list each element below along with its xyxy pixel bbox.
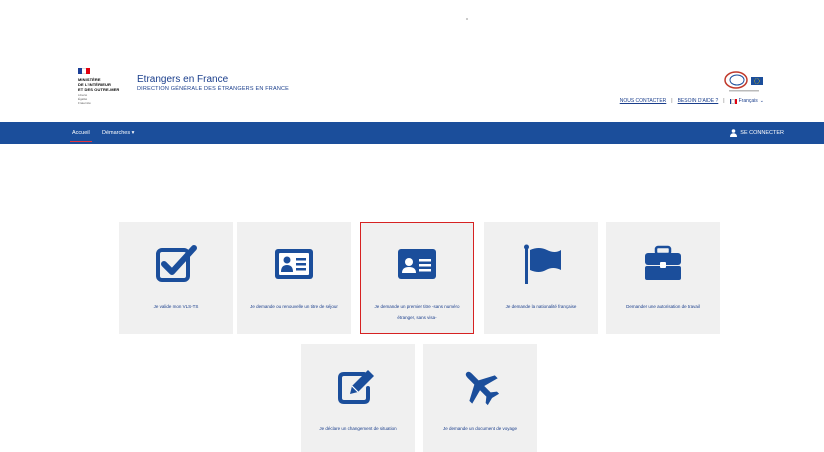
chevron-down-icon: ⌄ xyxy=(759,98,764,104)
tile-residence-permit[interactable]: Je demande ou renouvelle un titre de séj… xyxy=(237,222,351,334)
tile-label: Je demande la nationalité française xyxy=(505,304,577,309)
tile-first-permit[interactable]: Je demande un premier titre -sans numéro… xyxy=(360,222,474,334)
site-header: MINISTÈRE DE L'INTÉRIEUR ET DES OUTRE-ME… xyxy=(0,60,824,120)
tile-label: Je déclare un changement de situation xyxy=(319,426,397,431)
briefcase-icon xyxy=(641,244,685,284)
site-title[interactable]: Etrangers en France DIRECTION GÉNÉRALE D… xyxy=(137,74,289,93)
header-links: NOUS CONTACTER | BESOIN D'AIDE ? | Franç… xyxy=(620,98,764,104)
user-icon xyxy=(730,129,738,137)
id-card-icon xyxy=(395,244,439,284)
french-flag-icon xyxy=(729,98,737,104)
nav-procedures[interactable]: Démarches ▾ xyxy=(102,122,134,144)
ministry-name: MINISTÈRE DE L'INTÉRIEUR ET DES OUTRE-ME… xyxy=(78,77,120,92)
tile-label: Je demande un premier titre -sans numéro… xyxy=(374,304,460,320)
eu-funding-logo xyxy=(723,70,769,96)
flag-icon xyxy=(519,244,563,284)
tile-label: Je demande ou renouvelle un titre de séj… xyxy=(250,304,338,309)
tile-change-of-situation[interactable]: Je déclare un changement de situation xyxy=(301,344,415,452)
tile-label: Je demande un document de voyage xyxy=(442,426,518,431)
id-card-icon xyxy=(272,244,316,284)
tile-nationality[interactable]: Je demande la nationalité française xyxy=(484,222,598,334)
tile-validate-vls-ts[interactable]: Je valide mon VLS-TS xyxy=(119,222,233,334)
ministry-motto: Liberté Égalité Fraternité xyxy=(78,93,91,105)
tile-label: Demander une autorisation de travail xyxy=(626,304,700,309)
checkbox-icon xyxy=(154,244,198,284)
plane-icon xyxy=(458,366,502,406)
help-link[interactable]: BESOIN D'AIDE ? xyxy=(678,98,719,104)
main-navbar: Accueil Démarches ▾ SE CONNECTER xyxy=(0,122,824,144)
site-subtitle-text: DIRECTION GÉNÉRALE DES ÉTRANGERS EN FRAN… xyxy=(137,86,290,92)
nav-procedures-label: Démarches xyxy=(102,130,131,136)
french-flag-icon xyxy=(78,68,90,74)
ministry-logo[interactable]: MINISTÈRE DE L'INTÉRIEUR ET DES OUTRE-ME… xyxy=(78,68,122,108)
language-label: Français xyxy=(738,98,758,104)
edit-icon xyxy=(336,366,380,406)
nav-home[interactable]: Accueil xyxy=(70,122,92,144)
site-title-text: Etrangers en France xyxy=(137,74,229,85)
login-label: SE CONNECTER xyxy=(740,130,784,136)
stray-dot xyxy=(466,18,468,20)
link-separator: | xyxy=(671,98,673,104)
contact-link[interactable]: NOUS CONTACTER xyxy=(620,98,667,104)
language-selector[interactable]: Français ⌄ xyxy=(729,98,764,104)
tile-work-authorization[interactable]: Demander une autorisation de travail xyxy=(606,222,720,334)
caret-down-icon: ▾ xyxy=(131,130,135,136)
tile-label: Je valide mon VLS-TS xyxy=(153,304,199,309)
link-separator: | xyxy=(723,98,725,104)
tile-travel-document[interactable]: Je demande un document de voyage xyxy=(423,344,537,452)
login-button[interactable]: SE CONNECTER xyxy=(730,122,784,144)
